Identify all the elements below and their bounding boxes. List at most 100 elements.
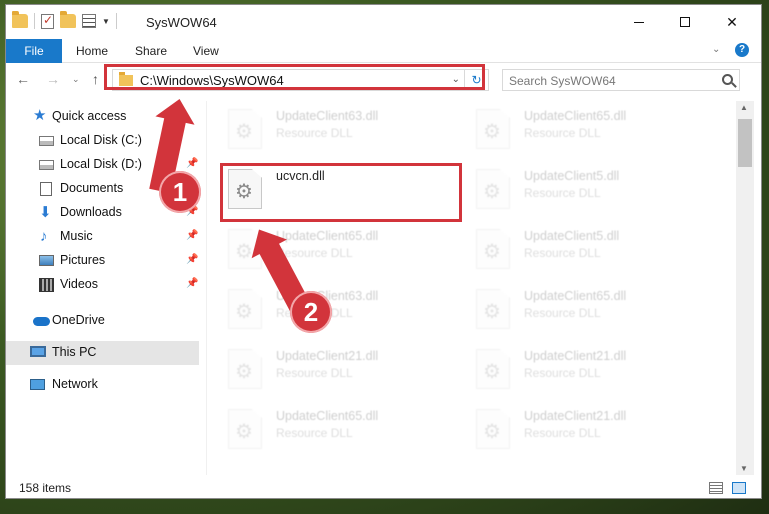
file-type: Resource DLL — [276, 126, 353, 140]
status-bar: 158 items — [6, 477, 761, 498]
file-name: UpdateClient65.dll — [524, 289, 627, 303]
file-name: UpdateClient65.dll — [276, 229, 379, 243]
file-name: UpdateClient65.dll — [276, 409, 379, 423]
maximize-icon — [680, 17, 690, 27]
pane-divider[interactable] — [206, 101, 207, 475]
music-icon: ♪ — [40, 228, 48, 245]
large-icons-view-icon[interactable] — [732, 482, 746, 494]
pin-icon[interactable]: 📌 — [186, 254, 198, 265]
file-name: UpdateClient5.dll — [524, 169, 620, 183]
sidebar-item-pictures[interactable]: Pictures 📌 — [6, 249, 199, 273]
file-item[interactable]: UpdateClient63.dll Resource DLL — [216, 101, 456, 155]
sidebar-item-onedrive[interactable]: OneDrive — [6, 309, 199, 333]
sidebar-item-music[interactable]: ♪ Music 📌 — [6, 225, 199, 249]
sidebar-item-network[interactable]: Network — [6, 373, 199, 397]
sidebar-item-this-pc[interactable]: This PC — [6, 341, 199, 365]
search-placeholder: Search SysWOW64 — [509, 74, 616, 88]
file-highlight-box — [220, 163, 462, 222]
search-icon[interactable] — [722, 74, 733, 85]
maximize-button[interactable] — [662, 5, 708, 39]
dll-file-icon — [476, 109, 510, 149]
sidebar-item-label: Quick access — [52, 109, 127, 123]
file-name: UpdateClient65.dll — [524, 109, 627, 123]
file-name: UpdateClient5.dll — [524, 229, 620, 243]
file-item[interactable]: UpdateClient21.dll Resource DLL — [216, 341, 456, 395]
file-type: Resource DLL — [524, 426, 601, 440]
file-item[interactable]: UpdateClient65.dll Resource DLL — [216, 401, 456, 455]
file-item[interactable]: UpdateClient21.dll Resource DLL — [464, 401, 704, 455]
file-name: UpdateClient21.dll — [524, 409, 627, 423]
star-icon: ★ — [33, 107, 47, 124]
tab-share[interactable]: Share — [135, 39, 167, 63]
file-item[interactable]: UpdateClient5.dll Resource DLL — [464, 161, 704, 215]
file-type: Resource DLL — [524, 186, 601, 200]
dll-file-icon — [476, 349, 510, 389]
file-type: Resource DLL — [524, 126, 601, 140]
customize-toolbar-dropdown-icon[interactable]: ▼ — [102, 17, 110, 26]
details-view-icon[interactable] — [709, 482, 723, 494]
scroll-up-icon[interactable]: ▲ — [740, 103, 748, 112]
toolbar-divider — [34, 13, 35, 29]
cloud-icon — [33, 317, 50, 326]
dll-file-icon — [228, 289, 262, 329]
file-item[interactable]: UpdateClient5.dll Resource DLL — [464, 221, 704, 275]
minimize-button[interactable] — [616, 5, 662, 39]
vertical-scrollbar[interactable]: ▲ ▼ — [736, 101, 754, 475]
disk-icon — [39, 136, 54, 146]
tab-home[interactable]: Home — [76, 39, 108, 63]
help-button[interactable]: ? — [735, 43, 749, 57]
network-icon — [30, 379, 45, 390]
close-button[interactable]: ✕ — [709, 5, 755, 39]
dll-file-icon — [476, 169, 510, 209]
tab-view[interactable]: View — [193, 39, 219, 63]
dll-file-icon — [476, 289, 510, 329]
new-folder-icon[interactable] — [60, 11, 76, 28]
recent-locations-dropdown-icon[interactable]: ⌄ — [72, 74, 80, 85]
disk-icon — [39, 160, 54, 170]
documents-icon — [40, 182, 52, 196]
folder-icon[interactable] — [12, 11, 28, 28]
dll-file-icon — [228, 349, 262, 389]
step-1-badge: 1 — [159, 171, 201, 213]
pin-icon[interactable]: 📌 — [186, 278, 198, 289]
scrollbar-thumb[interactable] — [738, 119, 752, 167]
dll-file-icon — [228, 409, 262, 449]
download-icon: ⬇ — [39, 204, 52, 221]
dll-file-icon — [476, 409, 510, 449]
sidebar-item-label: Music — [60, 229, 93, 243]
sidebar-item-label: OneDrive — [52, 313, 105, 327]
file-item[interactable]: UpdateClient65.dll Resource DLL — [464, 281, 704, 335]
sidebar-item-label: Network — [52, 377, 98, 391]
file-item[interactable]: UpdateClient65.dll Resource DLL — [464, 101, 704, 155]
quick-access-toolbar: ▼ — [12, 11, 117, 29]
scroll-down-icon[interactable]: ▼ — [740, 464, 748, 473]
properties-check-icon[interactable] — [41, 13, 54, 29]
up-arrow-icon[interactable]: ↑ — [92, 71, 99, 87]
expand-ribbon-chevron-icon[interactable]: ⌄ — [712, 44, 720, 55]
search-input[interactable]: Search SysWOW64 — [502, 69, 740, 91]
file-type: Resource DLL — [524, 246, 601, 260]
back-arrow-icon[interactable]: ← — [16, 71, 30, 87]
item-count: 158 items — [19, 481, 72, 495]
pin-icon[interactable]: 📌 — [186, 158, 198, 169]
window-title: SysWOW64 — [146, 15, 217, 30]
forward-arrow-icon[interactable]: → — [46, 71, 60, 87]
minimize-icon — [634, 21, 644, 23]
file-item[interactable]: UpdateClient21.dll Resource DLL — [464, 341, 704, 395]
toolbar-divider — [115, 13, 117, 29]
sidebar-item-label: Videos — [60, 277, 98, 291]
file-item[interactable]: UpdateClient63.dll Resource DLL — [216, 281, 456, 335]
sidebar-item-label: Documents — [60, 181, 124, 195]
pin-icon[interactable]: 📌 — [186, 230, 198, 241]
file-name: UpdateClient21.dll — [276, 349, 379, 363]
file-name: UpdateClient21.dll — [524, 349, 627, 363]
properties-icon[interactable] — [82, 14, 96, 28]
sidebar-item-label: Pictures — [60, 253, 106, 267]
sidebar-item-videos[interactable]: Videos 📌 — [6, 273, 199, 297]
tab-file[interactable]: File — [6, 39, 62, 63]
dll-file-icon — [228, 109, 262, 149]
ribbon-tabs: File Home Share View ⌄ ? — [6, 39, 761, 63]
dll-file-icon — [476, 229, 510, 269]
pc-icon — [30, 346, 46, 357]
file-type: Resource DLL — [276, 246, 353, 260]
